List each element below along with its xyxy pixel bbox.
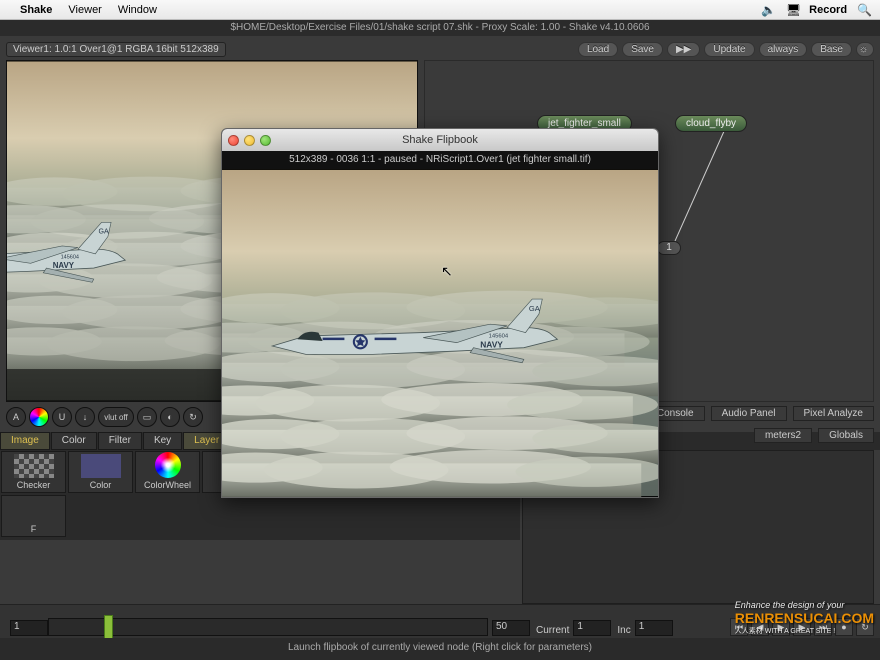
node-output[interactable]: 1 [657,241,681,255]
light-icon[interactable]: ☼ [856,42,874,57]
flipbook-title: Shake Flipbook [228,134,652,146]
tab-globals[interactable]: Globals [818,428,874,443]
document-title: $HOME/Desktop/Exercise Files/01/shake sc… [0,20,880,36]
load-button[interactable]: Load [578,42,618,57]
arrow-button[interactable]: ▶▶ [667,42,700,57]
range-start-field[interactable]: 1 [10,620,48,636]
always-button[interactable]: always [759,42,808,57]
base-button[interactable]: Base [811,42,852,57]
node-cloud-flyby[interactable]: cloud_flyby [675,115,747,132]
roi-icon[interactable]: ▭ [137,407,157,427]
current-frame-field[interactable]: 50 [492,620,530,636]
arrow-down-icon[interactable]: ↓ [75,407,95,427]
palette-colorwheel[interactable]: ColorWheel [135,451,200,493]
record-indicator[interactable]: Record [809,4,847,16]
inc-label: Inc [617,625,630,636]
tab-meters2[interactable]: meters2 [754,428,812,443]
compare-icon[interactable]: ◐ [160,407,180,427]
timeline[interactable]: 1 250 450 [48,618,488,636]
inc-field[interactable]: 1 [635,620,673,636]
current-label: Current [536,625,569,636]
status-bar: Launch flipbook of currently viewed node… [0,638,880,660]
update-button[interactable]: Update [704,42,754,57]
tab-image[interactable]: Image [0,432,50,450]
volume-icon[interactable]: 🔈 [761,3,776,17]
save-button[interactable]: Save [622,42,663,57]
viewer-tab[interactable]: Viewer1: 1.0:1 Over1@1 RGBA 16bit 512x38… [6,42,226,57]
tab-audio-panel[interactable]: Audio Panel [711,406,787,421]
palette-checker[interactable]: Checker [1,451,66,493]
minimize-icon[interactable] [244,135,255,146]
spotlight-icon[interactable]: 🔍 [857,3,872,17]
display-icon[interactable]: 🖥 [786,3,801,17]
flipbook-subtitle: 512x389 - 0036 1:1 - paused - NRiScript1… [222,151,658,169]
tab-key[interactable]: Key [143,432,182,450]
current-field[interactable]: 1 [573,620,611,636]
menu-viewer[interactable]: Viewer [68,4,101,16]
tab-filter[interactable]: Filter [98,432,142,450]
tab-color[interactable]: Color [51,432,97,450]
channel-a-button[interactable]: A [6,407,26,427]
tab-pixel-analyze[interactable]: Pixel Analyze [793,406,874,421]
flipbook-viewport[interactable] [222,169,658,497]
vlut-toggle[interactable]: vlut off [98,407,134,427]
watermark: Enhance the design of your RENRENSUCAI.C… [735,600,874,636]
zoom-icon[interactable] [260,135,271,146]
color-picker-icon[interactable] [29,407,49,427]
close-icon[interactable] [228,135,239,146]
menu-window[interactable]: Window [118,4,157,16]
app-name[interactable]: Shake [20,4,52,16]
channel-u-button[interactable]: U [52,407,72,427]
refresh-icon[interactable]: ↻ [183,407,203,427]
flipbook-window[interactable]: Shake Flipbook 512x389 - 0036 1:1 - paus… [221,128,659,498]
palette-f2[interactable]: F [1,495,66,537]
playhead[interactable] [104,615,113,639]
palette-color[interactable]: Color [68,451,133,493]
